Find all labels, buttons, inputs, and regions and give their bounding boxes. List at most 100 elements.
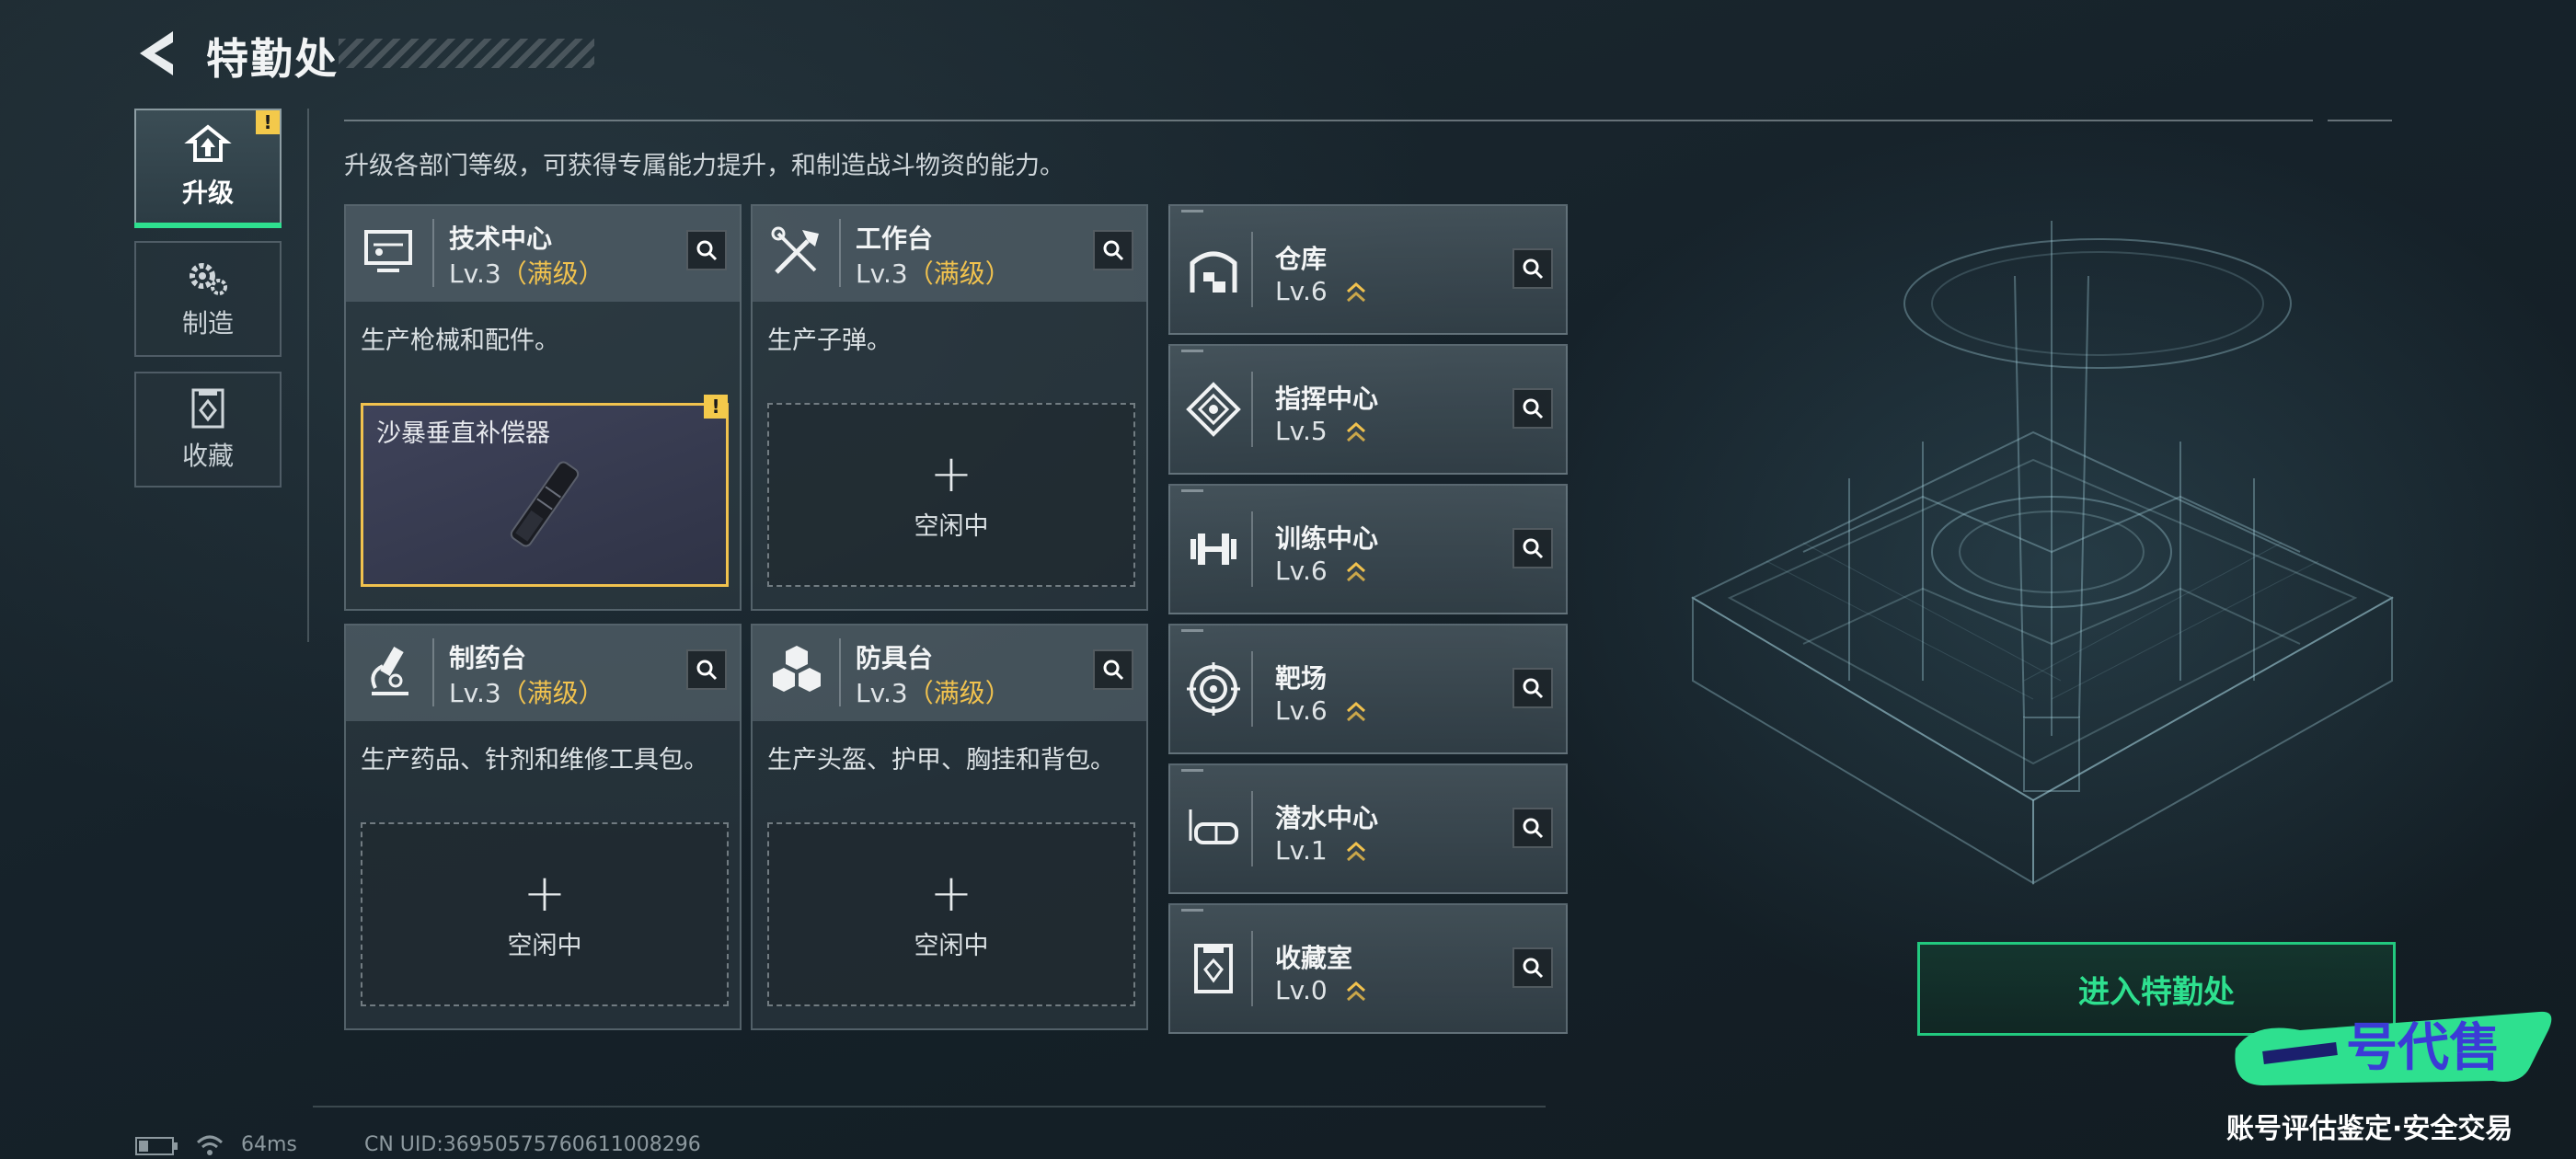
facility-name: 仓库 — [1275, 244, 1328, 274]
search-icon — [1523, 258, 1544, 280]
search-button[interactable] — [1512, 248, 1553, 289]
header-separator — [1251, 372, 1253, 447]
card-top-mark — [1181, 210, 1203, 212]
facility-name: 指挥中心 — [1275, 384, 1379, 414]
search-button[interactable] — [1512, 388, 1553, 429]
nav-item-label: 收藏 — [181, 441, 234, 471]
warehouse-icon — [1190, 251, 1237, 293]
search-button[interactable] — [1512, 947, 1553, 988]
nav-divider — [307, 109, 309, 642]
upgrade-chevron-icon — [1346, 561, 1365, 582]
tools-icon — [771, 226, 819, 274]
upgrade-chevron-icon — [1346, 841, 1365, 862]
search-button[interactable] — [1512, 528, 1553, 568]
search-button[interactable] — [1093, 230, 1133, 270]
facility-card-collection-room[interactable]: 收藏室 Lv.0 — [1168, 903, 1568, 1034]
facility-card-shooting-range[interactable]: 靶场 Lv.6 — [1168, 624, 1568, 754]
card-top-mark — [1181, 350, 1203, 352]
hq-blueprint-illustration — [1690, 221, 2395, 885]
dept-level: Lv.3（满级） — [449, 258, 604, 289]
dept-card-pharmacy[interactable]: 制药台 Lv.3（满级） 生产药品、针剂和维修工具包。 + 空闲中 — [344, 624, 742, 1030]
facility-name: 训练中心 — [1275, 523, 1379, 554]
add-icon: + — [929, 443, 973, 504]
facility-card-diving-center[interactable]: 潜水中心 Lv.1 — [1168, 763, 1568, 894]
production-slot-empty[interactable]: + 空闲中 — [361, 822, 729, 1006]
add-icon: + — [523, 863, 567, 924]
warning-badge: ! — [256, 110, 280, 134]
search-icon — [696, 240, 718, 261]
header-separator — [432, 638, 434, 706]
header-separator — [1251, 931, 1253, 1006]
nav-item-collection[interactable]: 收藏 — [134, 372, 282, 488]
header-separator — [839, 219, 841, 287]
slot-status: 空闲中 — [914, 931, 989, 960]
dept-name: 工作台 — [856, 224, 934, 254]
search-button[interactable] — [686, 649, 727, 690]
max-level-tag: （满级） — [907, 678, 1011, 708]
dept-level: Lv.3（满级） — [856, 678, 1011, 708]
uid-text: CN UID:3695057576061100829​6 — [364, 1133, 701, 1156]
search-icon — [1523, 958, 1544, 979]
ping-text: 64ms — [241, 1133, 297, 1156]
title-decoration — [339, 39, 594, 68]
facility-card-training-center[interactable]: 训练中心 Lv.6 — [1168, 484, 1568, 614]
facility-card-warehouse[interactable]: 仓库 Lv.6 — [1168, 204, 1568, 335]
compensator-item-icon — [510, 461, 580, 547]
upgrade-chevron-icon — [1346, 981, 1365, 1002]
diving-mask-icon — [1189, 809, 1238, 844]
collection-icon — [191, 388, 224, 429]
dept-description: 生产子弹。 — [767, 327, 891, 355]
upgrade-icon — [184, 124, 232, 162]
collection-room-icon — [1194, 944, 1233, 993]
card-top-mark — [1181, 489, 1203, 492]
top-divider — [344, 120, 2313, 121]
search-button[interactable] — [1093, 649, 1133, 690]
facility-name: 潜水中心 — [1275, 803, 1379, 833]
dept-description: 生产头盔、护甲、胸挂和背包。 — [767, 746, 1115, 775]
production-slot[interactable]: 沙暴垂直补偿器 ! — [361, 395, 729, 587]
card-header: 技术中心 Lv.3（满级） — [346, 206, 740, 302]
search-button[interactable] — [686, 230, 727, 270]
slot-status: 空闲中 — [507, 931, 582, 960]
search-button[interactable] — [1512, 668, 1553, 708]
search-icon — [1523, 538, 1544, 559]
header-separator — [1251, 232, 1253, 307]
production-slot-empty[interactable]: + 空闲中 — [767, 822, 1135, 1006]
facility-level: Lv.6 — [1275, 695, 1367, 726]
nav-item-craft[interactable]: 制造 — [134, 241, 282, 357]
nav-item-upgrade[interactable]: 升级 ! — [134, 109, 282, 228]
warning-badge: ! — [704, 395, 728, 419]
gear-icon — [190, 263, 227, 295]
dept-card-armor[interactable]: 防具台 Lv.3（满级） 生产头盔、护甲、胸挂和背包。 + 空闲中 — [751, 624, 1148, 1030]
card-top-mark — [1181, 909, 1203, 912]
header-separator — [839, 638, 841, 706]
dept-card-tech-center[interactable]: 技术中心 Lv.3（满级） 生产枪械和配件。 沙暴垂直补偿器 ! — [344, 204, 742, 611]
card-top-mark — [1181, 769, 1203, 772]
facility-card-command-center[interactable]: 指挥中心 Lv.5 — [1168, 344, 1568, 475]
dept-name: 技术中心 — [449, 224, 553, 254]
top-divider-end — [2328, 120, 2392, 121]
dept-description: 生产药品、针剂和维修工具包。 — [361, 746, 708, 775]
back-arrow-icon[interactable] — [134, 28, 180, 79]
facility-level: Lv.6 — [1275, 276, 1367, 306]
armor-boxes-icon — [773, 646, 821, 692]
target-icon — [1187, 662, 1240, 716]
facility-level: Lv.0 — [1275, 975, 1367, 1005]
page-title: 特勤处 — [206, 34, 339, 84]
header-separator — [1251, 651, 1253, 727]
dumbbell-icon — [1190, 534, 1236, 565]
command-center-icon — [1186, 382, 1241, 437]
watermark-tagline: 账号评估鉴定·安全交易 — [2226, 1113, 2513, 1145]
dept-level: Lv.3（满级） — [856, 258, 1011, 289]
facility-level: Lv.1 — [1275, 835, 1367, 866]
dept-name: 制药台 — [449, 643, 527, 673]
dept-level: Lv.3（满级） — [449, 678, 604, 708]
dept-card-workbench[interactable]: 工作台 Lv.3（满级） 生产子弹。 + 空闲中 — [751, 204, 1148, 611]
battery-icon — [135, 1137, 178, 1155]
production-slot-empty[interactable]: + 空闲中 — [767, 403, 1135, 587]
facility-name: 收藏室 — [1275, 943, 1353, 973]
search-button[interactable] — [1512, 808, 1553, 848]
facility-name: 靶场 — [1275, 663, 1328, 694]
max-level-tag: （满级） — [907, 258, 1011, 289]
search-icon — [1523, 398, 1544, 419]
